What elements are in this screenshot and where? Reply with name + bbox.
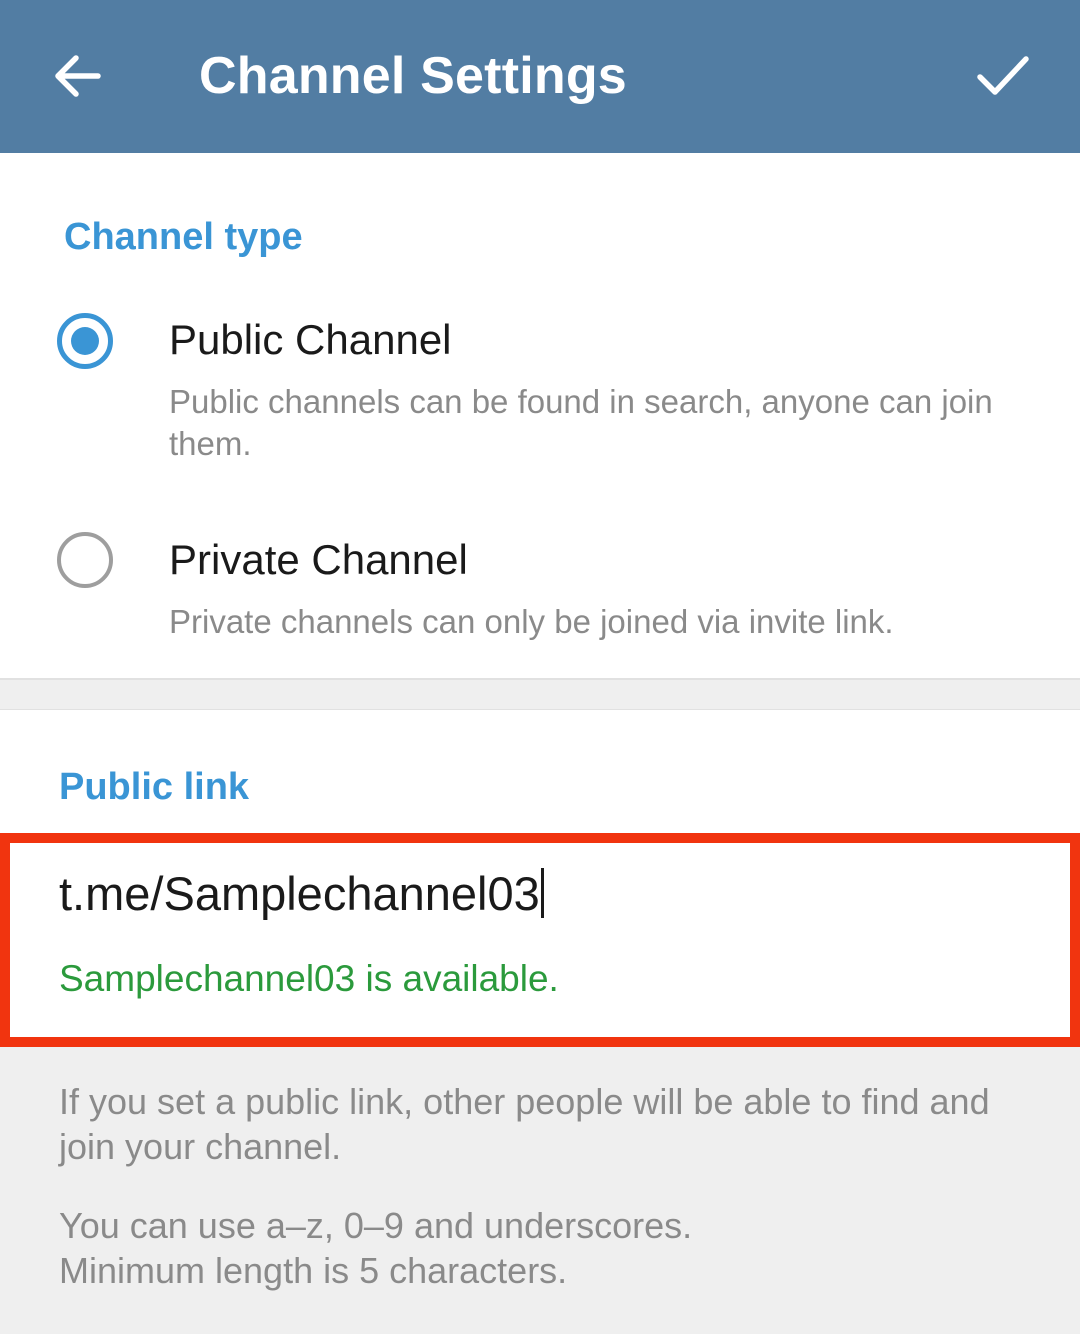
availability-status: Samplechannel03 is available. — [59, 958, 559, 999]
public-channel-option[interactable]: Public Channel Public channels can be fo… — [0, 300, 1080, 490]
public-channel-radio[interactable] — [57, 313, 113, 369]
app-bar: Channel Settings — [0, 0, 1080, 153]
public-channel-description: Public channels can be found in search, … — [169, 383, 993, 462]
done-button[interactable] — [970, 44, 1034, 108]
username-rules-line2: Minimum length is 5 characters. — [59, 1250, 568, 1291]
username-rules-line1: You can use a–z, 0–9 and underscores. — [59, 1205, 693, 1246]
section-divider — [0, 678, 1080, 680]
page-title: Channel Settings — [199, 47, 627, 105]
arrow-left-icon — [55, 55, 101, 97]
public-link-value: t.me/Samplechannel03 — [59, 867, 540, 920]
public-channel-label: Public Channel — [169, 316, 452, 363]
checkmark-icon — [977, 56, 1029, 95]
private-channel-option[interactable]: Private Channel Private channels can onl… — [0, 520, 1080, 660]
private-channel-label: Private Channel — [169, 536, 468, 583]
public-link-info: If you set a public link, other people w… — [59, 1081, 990, 1167]
public-link-input[interactable]: t.me/Samplechannel03 — [59, 863, 1019, 925]
channel-type-header: Channel type — [64, 216, 303, 258]
text-caret — [540, 868, 544, 918]
back-button[interactable] — [46, 44, 110, 108]
private-channel-radio[interactable] — [57, 532, 113, 588]
private-channel-description: Private channels can only be joined via … — [169, 603, 894, 640]
public-link-header: Public link — [59, 766, 250, 808]
